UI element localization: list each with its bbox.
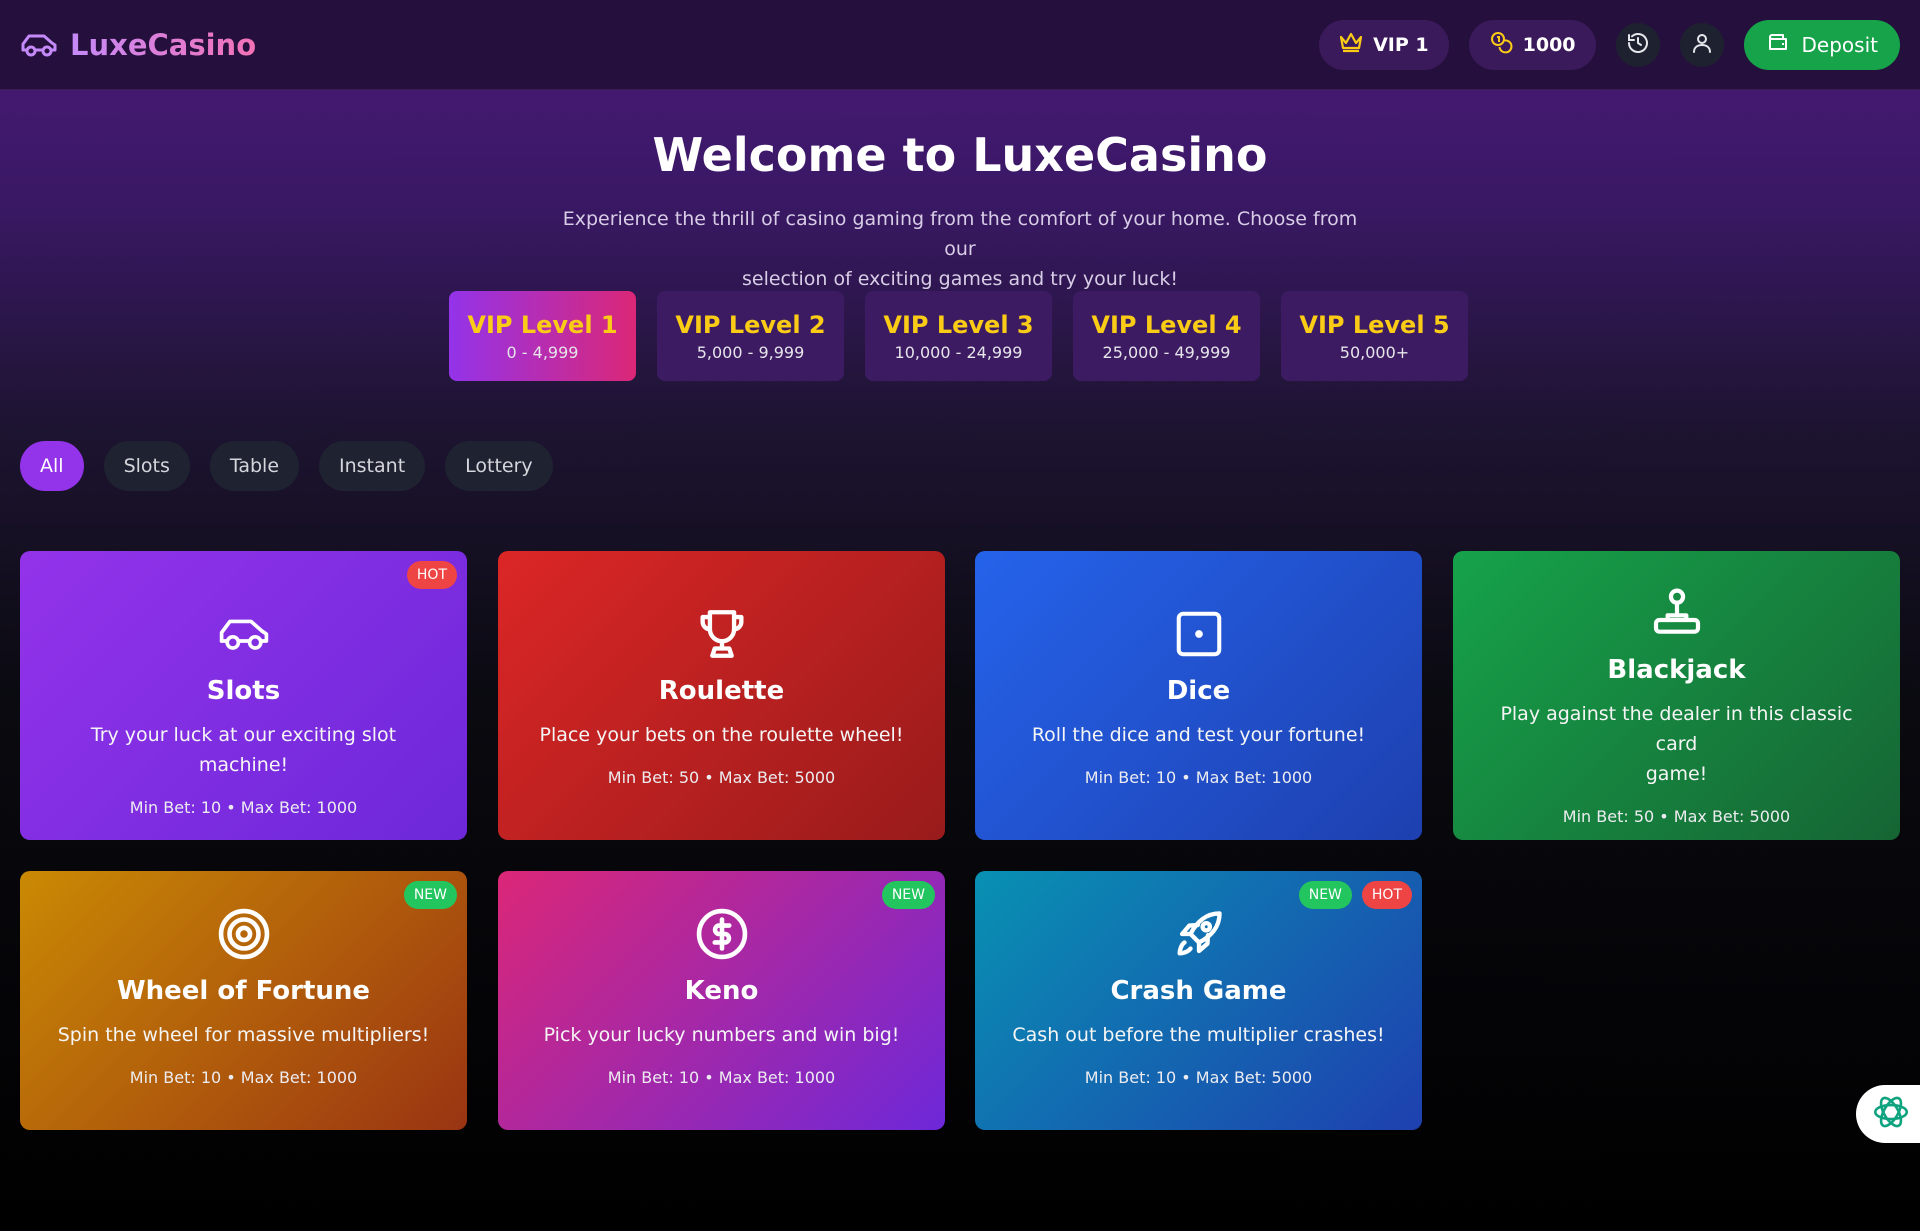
game-card-roulette[interactable]: Roulette Place your bets on the roulette… bbox=[498, 551, 945, 840]
filter-slots[interactable]: Slots bbox=[103, 441, 190, 491]
vip-status-label: VIP 1 bbox=[1373, 33, 1429, 56]
vip-level-name: VIP Level 3 bbox=[883, 310, 1034, 339]
game-description-line: game! bbox=[1645, 763, 1708, 785]
vip-level-5[interactable]: VIP Level 5 50,000+ bbox=[1281, 291, 1468, 381]
vip-level-range: 0 - 4,999 bbox=[506, 342, 579, 362]
brand-logo[interactable]: LuxeCasino bbox=[20, 26, 256, 64]
new-badge: NEW bbox=[1298, 881, 1352, 909]
page-subtitle: Experience the thrill of casino gaming f… bbox=[560, 204, 1360, 294]
game-title: Keno bbox=[684, 976, 759, 1006]
game-description: Pick your lucky numbers and win big! bbox=[543, 1024, 900, 1046]
vip-level-name: VIP Level 5 bbox=[1299, 310, 1450, 339]
assistant-button[interactable] bbox=[1856, 1085, 1920, 1143]
game-title: Dice bbox=[1166, 676, 1231, 706]
game-description-line: Play against the dealer in this classic … bbox=[1500, 703, 1853, 755]
game-description: Spin the wheel for massive multipliers! bbox=[57, 1024, 430, 1046]
game-bet-limits: Min Bet: 50 • Max Bet: 5000 bbox=[607, 768, 836, 787]
vip-level-2[interactable]: VIP Level 2 5,000 - 9,999 bbox=[657, 291, 844, 381]
game-title: Wheel of Fortune bbox=[116, 976, 371, 1006]
category-filters: All Slots Table Instant Lottery bbox=[20, 441, 553, 491]
hot-badge: HOT bbox=[1361, 881, 1412, 909]
game-description: Place your bets on the roulette wheel! bbox=[539, 724, 904, 746]
game-title: Blackjack bbox=[1607, 655, 1746, 685]
page-subtitle-line: Experience the thrill of casino gaming f… bbox=[562, 208, 1358, 260]
profile-button[interactable] bbox=[1679, 22, 1724, 67]
game-title: Roulette bbox=[658, 676, 785, 706]
game-card-keno[interactable]: NEW Keno Pick your lucky numbers and win… bbox=[498, 871, 945, 1130]
brand-name: LuxeCasino bbox=[70, 27, 257, 62]
vip-level-range: 10,000 - 24,999 bbox=[894, 342, 1023, 362]
new-badge: NEW bbox=[881, 881, 935, 909]
rocket-icon bbox=[1169, 904, 1229, 964]
user-icon bbox=[1690, 31, 1714, 59]
vip-level-range: 50,000+ bbox=[1339, 342, 1410, 362]
vip-levels: VIP Level 1 0 - 4,999 VIP Level 2 5,000 … bbox=[449, 291, 1468, 381]
filter-all[interactable]: All bbox=[20, 441, 84, 491]
crown-icon bbox=[1339, 31, 1363, 58]
filter-table[interactable]: Table bbox=[209, 441, 300, 491]
game-description: Roll the dice and test your fortune! bbox=[1031, 724, 1366, 746]
game-bet-limits: Min Bet: 10 • Max Bet: 1000 bbox=[1084, 768, 1313, 787]
vip-level-4[interactable]: VIP Level 4 25,000 - 49,999 bbox=[1073, 291, 1260, 381]
page-subtitle-line: selection of exciting games and try your… bbox=[742, 268, 1178, 290]
top-header: LuxeCasino VIP 1 1000 Deposit bbox=[0, 0, 1920, 90]
car-icon bbox=[214, 604, 274, 664]
deposit-button[interactable]: Deposit bbox=[1743, 19, 1900, 70]
game-bet-limits: Min Bet: 10 • Max Bet: 1000 bbox=[129, 798, 358, 817]
vip-level-3[interactable]: VIP Level 3 10,000 - 24,999 bbox=[865, 291, 1052, 381]
balance-amount: 1000 bbox=[1522, 33, 1576, 56]
hot-badge: HOT bbox=[406, 561, 457, 589]
filter-lottery[interactable]: Lottery bbox=[445, 441, 553, 491]
new-badge: NEW bbox=[403, 881, 457, 909]
game-bet-limits: Min Bet: 50 • Max Bet: 5000 bbox=[1562, 807, 1791, 826]
vip-level-name: VIP Level 1 bbox=[467, 310, 618, 339]
game-card-wheel-of-fortune[interactable]: NEW Wheel of Fortune Spin the wheel for … bbox=[20, 871, 467, 1130]
deposit-label: Deposit bbox=[1801, 32, 1878, 57]
filter-instant[interactable]: Instant bbox=[319, 441, 426, 491]
game-card-crash-game[interactable]: NEW HOT Crash Game Cash out before the m… bbox=[975, 871, 1422, 1130]
vip-level-name: VIP Level 4 bbox=[1091, 310, 1242, 339]
game-card-dice[interactable]: Dice Roll the dice and test your fortune… bbox=[975, 551, 1422, 840]
game-card-blackjack[interactable]: Blackjack Play against the dealer in thi… bbox=[1453, 551, 1900, 840]
vip-status-pill[interactable]: VIP 1 bbox=[1319, 19, 1449, 70]
vip-level-name: VIP Level 2 bbox=[675, 310, 826, 339]
dice-icon bbox=[1169, 604, 1229, 664]
joystick-icon bbox=[1647, 583, 1707, 643]
game-title: Crash Game bbox=[1110, 976, 1287, 1006]
vip-level-range: 25,000 - 49,999 bbox=[1102, 342, 1231, 362]
page-title: Welcome to LuxeCasino bbox=[652, 128, 1268, 182]
game-description: Play against the dealer in this classic … bbox=[1453, 699, 1900, 789]
trophy-icon bbox=[692, 604, 752, 664]
vip-level-1[interactable]: VIP Level 1 0 - 4,999 bbox=[449, 291, 636, 381]
history-icon bbox=[1626, 31, 1650, 59]
history-button[interactable] bbox=[1615, 22, 1660, 67]
game-bet-limits: Min Bet: 10 • Max Bet: 1000 bbox=[129, 1068, 358, 1087]
target-icon bbox=[214, 904, 274, 964]
vip-level-range: 5,000 - 9,999 bbox=[696, 342, 805, 362]
game-bet-limits: Min Bet: 10 • Max Bet: 5000 bbox=[1084, 1068, 1313, 1087]
game-description: Cash out before the multiplier crashes! bbox=[1012, 1024, 1385, 1046]
game-title: Slots bbox=[206, 676, 281, 706]
coins-icon bbox=[1489, 30, 1513, 59]
car-icon bbox=[20, 26, 58, 64]
wallet-icon bbox=[1766, 30, 1790, 59]
dollar-circle-icon bbox=[692, 904, 752, 964]
assistant-icon bbox=[1870, 1091, 1912, 1137]
game-bet-limits: Min Bet: 10 • Max Bet: 1000 bbox=[607, 1068, 836, 1087]
game-description: Try your luck at our exciting slot machi… bbox=[90, 724, 397, 776]
balance-pill[interactable]: 1000 bbox=[1468, 19, 1596, 70]
game-card-slots[interactable]: HOT Slots Try your luck at our exciting … bbox=[20, 551, 467, 840]
